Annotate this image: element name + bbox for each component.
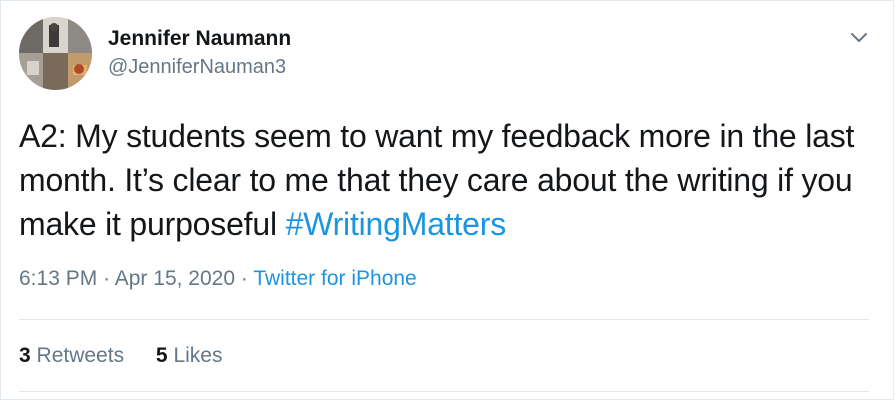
meta-separator: ·: [103, 267, 111, 290]
user-handle[interactable]: @JenniferNauman3: [108, 56, 286, 79]
chevron-down-icon[interactable]: [847, 27, 871, 47]
divider: [19, 319, 869, 320]
likes-count: 5: [155, 344, 168, 367]
retweets-label: Retweets: [36, 344, 125, 367]
tweet-text: A2: My students seem to want my feedback…: [19, 114, 879, 246]
likes-stat[interactable]: 5 Likes: [156, 344, 223, 367]
tweet-date[interactable]: Apr 15, 2020: [115, 267, 235, 290]
retweets-count: 3: [19, 344, 31, 367]
avatar[interactable]: [19, 17, 92, 90]
divider: [19, 391, 869, 392]
meta-separator: ·: [240, 267, 248, 290]
tweet-stats: 3 Retweets 5 Likes: [19, 344, 248, 368]
display-name[interactable]: Jennifer Naumann: [108, 27, 291, 51]
tweet-card: Jennifer Naumann @JenniferNauman3 A2: My…: [0, 0, 894, 400]
retweets-stat[interactable]: 3 Retweets: [19, 344, 124, 367]
tweet-source-link[interactable]: Twitter for iPhone: [253, 267, 416, 290]
tweet-time[interactable]: 6:13 PM: [19, 267, 97, 290]
tweet-meta: 6:13 PM · Apr 15, 2020 · Twitter for iPh…: [19, 267, 417, 291]
hashtag-link[interactable]: #WritingMatters: [286, 206, 507, 242]
likes-label: Likes: [173, 344, 223, 367]
